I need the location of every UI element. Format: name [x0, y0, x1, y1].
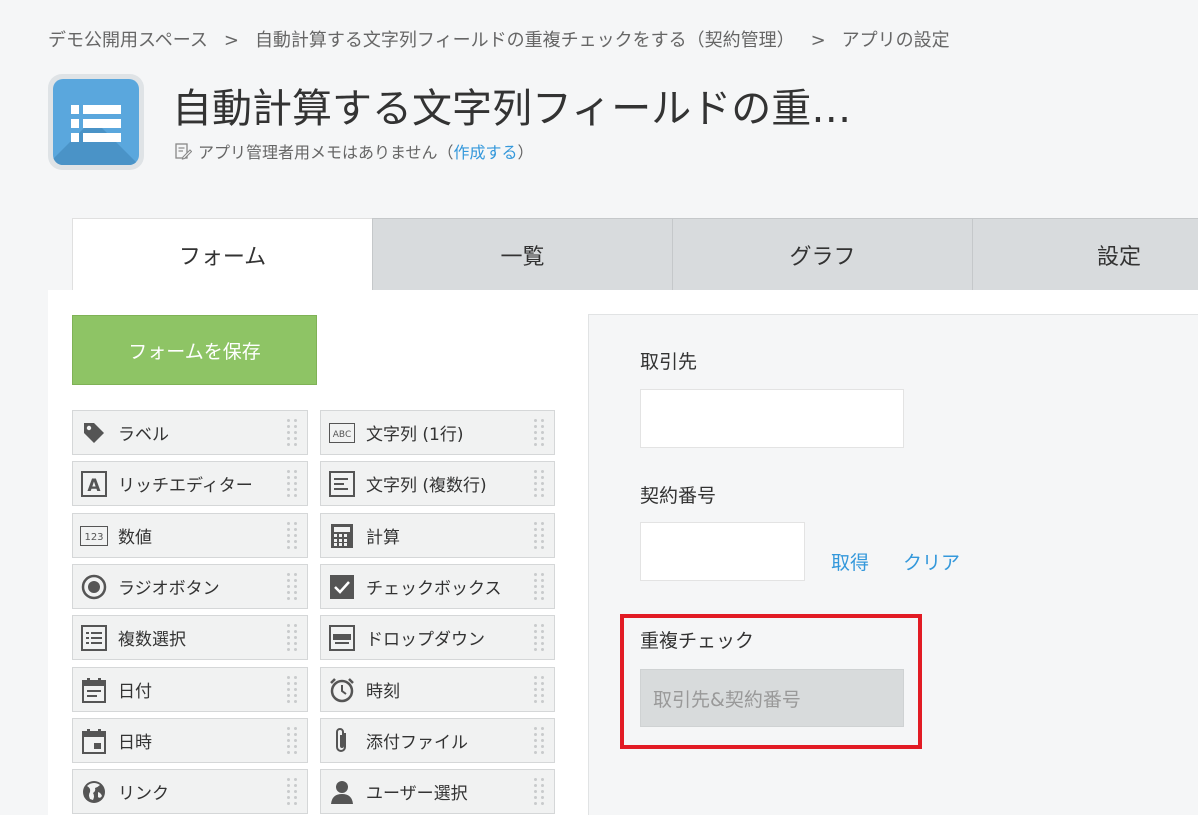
palette-item-label: 時刻: [366, 682, 400, 702]
drag-handle-icon[interactable]: [285, 623, 299, 653]
globe-icon: [80, 778, 108, 806]
paperclip-icon: [328, 727, 356, 755]
breadcrumb: デモ公開用スペース > 自動計算する文字列フィールドの重複チェックをする（契約管理）…: [48, 26, 950, 52]
palette-item[interactable]: ABC 文字列 (1行): [320, 410, 555, 455]
customer-input[interactable]: [640, 389, 904, 448]
breadcrumb-space-link[interactable]: デモ公開用スペース: [48, 30, 208, 51]
app-title: 自動計算する文字列フィールドの重…: [172, 86, 852, 132]
palette-item[interactable]: 複数選択: [72, 615, 308, 660]
palette-item-label: ラベル: [118, 425, 169, 445]
settings-tabs: フォーム 一覧 グラフ 設定: [72, 218, 1198, 291]
tab-graph[interactable]: グラフ: [672, 218, 972, 290]
palette-item-label: 日付: [118, 682, 152, 702]
app-memo: アプリ管理者用メモはありません（ 作成する）: [174, 139, 534, 163]
breadcrumb-app-link[interactable]: 自動計算する文字列フィールドの重複チェックをする（契約管理）: [255, 30, 795, 51]
drag-handle-icon[interactable]: [532, 469, 546, 499]
drag-handle-icon[interactable]: [285, 726, 299, 756]
palette-item-label: 文字列 (1行): [366, 425, 464, 445]
palette-item[interactable]: 文字列 (複数行): [320, 461, 555, 506]
field-label-customer: 取引先: [640, 351, 698, 373]
calculator-icon: [328, 522, 356, 550]
app-icon: [48, 74, 144, 170]
palette-item-label: リッチエディター: [118, 476, 253, 496]
drag-handle-icon[interactable]: [285, 418, 299, 448]
palette-item-label: 添付ファイル: [366, 733, 468, 753]
save-form-button[interactable]: フォームを保存: [72, 315, 317, 385]
drag-handle-icon[interactable]: [285, 675, 299, 705]
tab-form[interactable]: フォーム: [72, 218, 372, 291]
tab-settings[interactable]: 設定: [972, 218, 1198, 290]
breadcrumb-separator: >: [223, 30, 239, 51]
palette-item[interactable]: ドロップダウン: [320, 615, 555, 660]
palette-item[interactable]: 時刻: [320, 667, 555, 712]
drag-handle-icon[interactable]: [285, 469, 299, 499]
palette-item-label: 文字列 (複数行): [366, 476, 487, 496]
dropdown-icon: [328, 624, 356, 652]
palette-item[interactable]: 日時: [72, 718, 308, 763]
checkbox-icon: [328, 573, 356, 601]
abc-icon: ABC: [328, 419, 356, 447]
date-icon: [80, 676, 108, 704]
svg-text:A: A: [87, 476, 101, 496]
palette-item[interactable]: ユーザー選択: [320, 769, 555, 814]
datetime-icon: [80, 727, 108, 755]
palette-item[interactable]: ラジオボタン: [72, 564, 308, 609]
palette-item[interactable]: チェックボックス: [320, 564, 555, 609]
tag-icon: [80, 419, 108, 447]
clock-icon: [328, 676, 356, 704]
palette-item[interactable]: 123 数値: [72, 513, 308, 558]
palette-item-label: 計算: [366, 528, 400, 548]
palette-item[interactable]: 計算: [320, 513, 555, 558]
drag-handle-icon[interactable]: [532, 777, 546, 807]
breadcrumb-separator: >: [810, 30, 826, 51]
palette-item-label: 複数選択: [118, 630, 186, 650]
palette-item[interactable]: A リッチエディター: [72, 461, 308, 506]
palette-item[interactable]: ラベル: [72, 410, 308, 455]
memo-text: アプリ管理者用メモはありません（: [198, 143, 454, 162]
multi-select-icon: [80, 624, 108, 652]
highlight-box: [620, 614, 922, 749]
svg-text:123: 123: [84, 532, 103, 543]
radio-icon: [80, 573, 108, 601]
memo-edit-icon: [175, 143, 192, 160]
palette-item-label: ユーザー選択: [366, 784, 468, 804]
contract-number-input[interactable]: [640, 522, 805, 581]
palette-item[interactable]: 日付: [72, 667, 308, 712]
drag-handle-icon[interactable]: [532, 623, 546, 653]
drag-handle-icon[interactable]: [532, 726, 546, 756]
breadcrumb-current: アプリの設定: [841, 30, 950, 51]
drag-handle-icon[interactable]: [285, 777, 299, 807]
field-label-contract-number: 契約番号: [640, 485, 717, 507]
palette-item-label: チェックボックス: [366, 579, 502, 599]
palette-item-label: 数値: [118, 528, 152, 548]
palette-item-label: リンク: [118, 784, 169, 804]
drag-handle-icon[interactable]: [532, 418, 546, 448]
palette-item-label: 日時: [118, 733, 152, 753]
drag-handle-icon[interactable]: [532, 675, 546, 705]
palette-item-label: ラジオボタン: [118, 579, 220, 599]
palette-item[interactable]: 添付ファイル: [320, 718, 555, 763]
drag-handle-icon[interactable]: [285, 572, 299, 602]
drag-handle-icon[interactable]: [532, 521, 546, 551]
drag-handle-icon[interactable]: [285, 521, 299, 551]
lookup-get-link[interactable]: 取得: [831, 548, 869, 575]
rich-editor-icon: A: [80, 470, 108, 498]
palette-item-label: ドロップダウン: [366, 630, 485, 650]
palette-item[interactable]: リンク: [72, 769, 308, 814]
number-icon: 123: [80, 522, 108, 550]
lookup-clear-link[interactable]: クリア: [903, 548, 960, 575]
multiline-text-icon: [328, 470, 356, 498]
memo-create-link[interactable]: 作成する: [454, 139, 518, 163]
svg-text:ABC: ABC: [333, 430, 351, 440]
drag-handle-icon[interactable]: [532, 572, 546, 602]
tab-list[interactable]: 一覧: [372, 218, 672, 290]
user-icon: [328, 778, 356, 806]
memo-text-end: ）: [517, 143, 534, 162]
